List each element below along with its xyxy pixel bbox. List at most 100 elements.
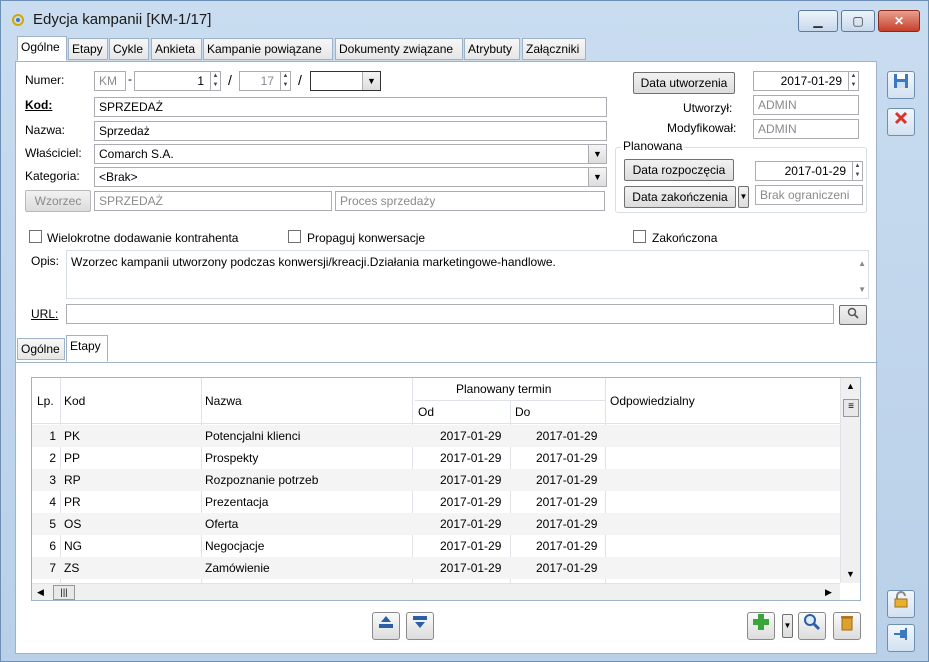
numer-spinner-icon[interactable]: ▲ ▼: [210, 72, 220, 90]
numer-value: 1: [197, 74, 204, 88]
kod-field[interactable]: SPRZEDAŻ: [94, 97, 607, 117]
col-header-kod[interactable]: Kod: [64, 394, 85, 408]
col-header-nazwa[interactable]: Nazwa: [205, 394, 242, 408]
data-utworzenia-field[interactable]: 2017-01-29 ▲ ▼: [753, 71, 859, 91]
add-options-dropdown[interactable]: ▼: [782, 614, 793, 638]
kod-label: Kod:: [25, 98, 53, 112]
col-header-od[interactable]: Od: [418, 405, 434, 419]
cell-do: 2017-01-29: [536, 473, 598, 487]
scroll-down-icon[interactable]: ▼: [846, 569, 855, 579]
chevron-down-icon[interactable]: ▼: [588, 168, 606, 186]
scroll-thumb[interactable]: ≡: [843, 399, 859, 417]
wielokrotne-checkbox[interactable]: [29, 230, 42, 243]
year-spinner-icon[interactable]: ▲ ▼: [280, 72, 290, 90]
utworzyl-field[interactable]: ADMIN: [753, 95, 859, 115]
table-row[interactable]: 3 RP Rozpoznanie potrzeb 2017-01-29 2017-01-…: [32, 469, 840, 491]
wzorzec-field[interactable]: SPRZEDAŻ: [94, 191, 332, 211]
tab-etapy[interactable]: Etapy: [68, 38, 108, 60]
scroll-up-icon[interactable]: ▲: [858, 255, 866, 273]
date-spinner-icon[interactable]: ▲ ▼: [848, 72, 858, 90]
table-row[interactable]: 4 PR Prezentacja 2017-01-29 2017-01-29: [32, 491, 840, 513]
table-row[interactable]: 2 PP Prospekty 2017-01-29 2017-01-29: [32, 447, 840, 469]
scroll-down-icon[interactable]: ▼: [858, 281, 866, 298]
zakonczona-checkbox[interactable]: [633, 230, 646, 243]
wzorzec-button[interactable]: Wzorzec: [25, 190, 91, 212]
cell-nazwa: Potencjalni klienci: [205, 429, 301, 443]
add-stage-button[interactable]: [747, 612, 775, 640]
close-button[interactable]: ✕: [878, 10, 920, 32]
nazwa-field[interactable]: Sprzedaż: [94, 121, 607, 141]
col-header-do[interactable]: Do: [515, 405, 530, 419]
maximize-button[interactable]: ▢: [841, 10, 875, 32]
tab-kampanie-powiazane[interactable]: Kampanie powiązane: [203, 38, 333, 60]
maximize-icon: ▢: [852, 14, 864, 28]
scroll-up-icon[interactable]: ▲: [846, 381, 855, 391]
url-open-button[interactable]: [839, 305, 867, 325]
modyfikowal-field[interactable]: ADMIN: [753, 119, 859, 139]
cancel-button[interactable]: [887, 108, 915, 136]
col-header-lp[interactable]: Lp.: [37, 394, 54, 408]
tab-dokumenty-zwiazane[interactable]: Dokumenty związane: [335, 38, 463, 60]
cell-do: 2017-01-29: [536, 495, 598, 509]
chevron-down-icon[interactable]: ▼: [588, 145, 606, 163]
data-zakonczenia-field[interactable]: Brak ograniczeni: [755, 185, 863, 205]
numer-prefix-field[interactable]: KM: [94, 71, 126, 91]
move-down-button[interactable]: [406, 612, 434, 640]
subtab-divider: [16, 362, 878, 363]
numer-slash-2: /: [298, 72, 302, 88]
propaguj-checkbox[interactable]: [288, 230, 301, 243]
table-row[interactable]: 5 OS Oferta 2017-01-29 2017-01-29: [32, 513, 840, 535]
opis-textarea[interactable]: Wzorzec kampanii utworzony podczas konwe…: [66, 250, 869, 299]
delete-button[interactable]: [833, 612, 861, 640]
proces-field[interactable]: Proces sprzedaży: [335, 191, 605, 211]
move-up-button[interactable]: [372, 612, 400, 640]
wlasciciel-dropdown[interactable]: Comarch S.A. ▼: [94, 144, 607, 164]
numer-suffix-dropdown[interactable]: ▼: [310, 71, 381, 91]
search-button[interactable]: [798, 612, 826, 640]
table-row[interactable]: 1 PK Potencjalni klienci 2017-01-29 2017-01-…: [32, 425, 840, 447]
scroll-left-icon[interactable]: ◀: [37, 587, 44, 598]
subtab-ogolne[interactable]: Ogólne: [17, 338, 65, 360]
numer-value-field[interactable]: 1 ▲ ▼: [134, 71, 221, 91]
data-rozpoczecia-field[interactable]: 2017-01-29 ▲ ▼: [755, 161, 863, 181]
date-spinner-icon[interactable]: ▲ ▼: [852, 162, 862, 180]
propaguj-label: Propaguj konwersacje: [307, 231, 426, 245]
data-utworzenia-button[interactable]: Data utworzenia: [633, 72, 735, 94]
chevron-down-icon[interactable]: ▼: [738, 186, 749, 208]
cell-kod: PR: [64, 495, 81, 509]
table-row[interactable]: 7 ZS Zamówienie 2017-01-29 2017-01-29: [32, 557, 840, 579]
zakonczona-label: Zakończona: [652, 231, 718, 245]
vertical-scrollbar[interactable]: ▲ ≡ ▼: [840, 378, 860, 583]
data-rozpoczecia-button[interactable]: Data rozpoczęcia: [624, 159, 734, 181]
save-button[interactable]: [887, 71, 915, 99]
numer-label: Numer:: [25, 73, 65, 87]
window-title: Edycja kampanii [KM-1/17]: [33, 11, 212, 28]
lock-button[interactable]: [887, 590, 915, 618]
col-header-planowany-termin[interactable]: Planowany termin: [456, 382, 551, 396]
tab-zalaczniki[interactable]: Załączniki: [522, 38, 586, 60]
tab-ankieta[interactable]: Ankieta: [151, 38, 202, 60]
opis-value: Wzorzec kampanii utworzony podczas konwe…: [71, 255, 556, 269]
cell-lp: 4: [49, 495, 56, 509]
scroll-right-icon[interactable]: ▶: [825, 587, 832, 598]
url-field[interactable]: [66, 304, 834, 324]
tab-cykle[interactable]: Cykle: [109, 38, 149, 60]
hscroll-thumb[interactable]: |||: [53, 585, 75, 600]
numer-year-field[interactable]: 17 ▲ ▼: [239, 71, 291, 91]
cell-od: 2017-01-29: [440, 451, 502, 465]
numer-year: 17: [260, 74, 274, 88]
tab-atrybuty[interactable]: Atrybuty: [464, 38, 520, 60]
chevron-down-icon[interactable]: ▼: [362, 72, 380, 90]
table-row[interactable]: 6 NG Negocjacje 2017-01-29 2017-01-29: [32, 535, 840, 557]
horizontal-scrollbar[interactable]: ◀ ||| ▶: [32, 583, 840, 600]
tab-ogolne[interactable]: Ogólne: [17, 36, 67, 61]
subtab-etapy[interactable]: Etapy: [66, 335, 108, 362]
kategoria-dropdown[interactable]: <Brak> ▼: [94, 167, 607, 187]
pin-button[interactable]: [887, 624, 915, 652]
data-zakonczenia-button[interactable]: Data zakończenia: [624, 186, 736, 208]
data-rozpoczecia-value: 2017-01-29: [784, 164, 846, 178]
chevron-down-icon: ▼: [783, 621, 792, 630]
minimize-button[interactable]: ▁: [798, 10, 838, 32]
col-header-odpowiedzialny[interactable]: Odpowiedzialny: [610, 394, 695, 408]
nazwa-label: Nazwa:: [25, 123, 66, 137]
